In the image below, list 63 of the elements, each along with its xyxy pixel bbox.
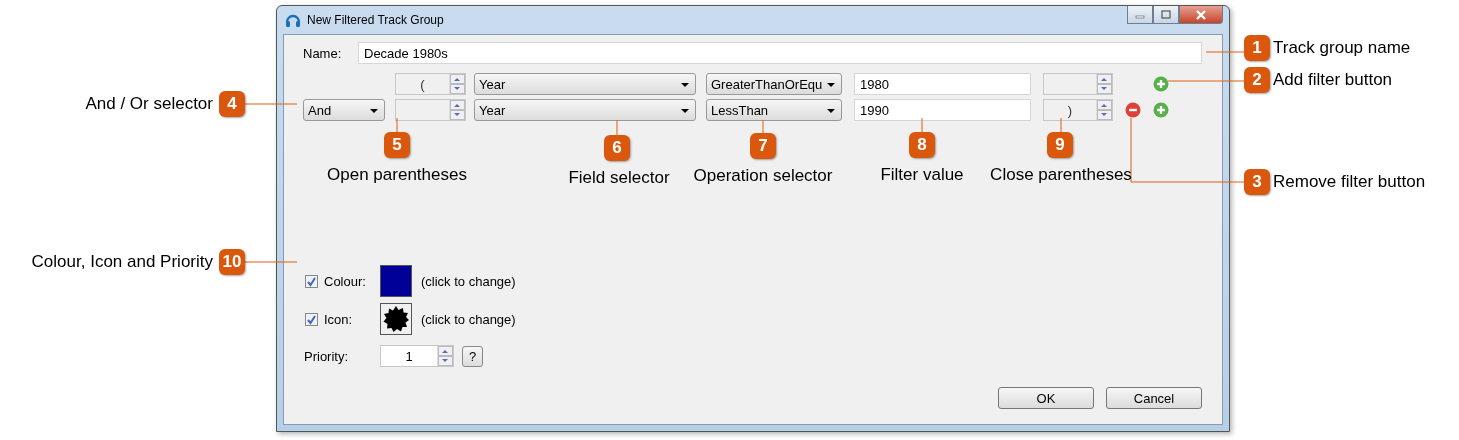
window-title: New Filtered Track Group [307,13,444,27]
icon-label: Icon: [324,311,354,327]
number-badge: 2 [1244,67,1270,93]
number-badge: 4 [219,91,245,117]
leader-line [1205,51,1245,53]
filter-value-field[interactable]: 1980 [854,73,1031,95]
callout-label: Colour, Icon and Priority [31,251,213,273]
number-badge: 5 [384,132,410,158]
name-field[interactable]: Decade 1980s [358,42,1202,64]
close-icon [1195,9,1207,20]
leader-line [762,119,764,134]
callout-label: Open parentheses [327,164,467,186]
number-badge: 6 [604,135,630,161]
star-burst-icon [382,305,410,333]
colour-swatch[interactable] [380,265,412,297]
help-button[interactable]: ? [462,345,483,367]
operation-dropdown[interactable]: LessThan [706,99,842,121]
headphones-icon [285,12,301,28]
number-badge: 10 [219,249,245,275]
remove-filter-button[interactable] [1125,102,1141,118]
filter-value-field[interactable]: 1990 [854,99,1031,121]
maximize-button[interactable] [1153,6,1179,24]
cancel-button[interactable]: Cancel [1106,387,1202,409]
callout-label: And / Or selector [85,93,213,115]
ok-button[interactable]: OK [998,387,1094,409]
priority-spinner[interactable]: 1 [380,345,454,367]
leader-line [1060,117,1062,133]
leader-line [244,103,298,105]
number-badge: 1 [1244,35,1270,61]
operation-dropdown[interactable]: GreaterThanOrEqu [706,73,842,95]
change-hint: (click to change) [421,273,516,289]
callout-label: Close parentheses [990,164,1132,186]
priority-label: Priority: [304,348,350,364]
number-badge: 3 [1244,169,1270,195]
icon-picker[interactable] [380,303,412,335]
colour-checkbox[interactable] [305,274,318,288]
change-hint: (click to change) [421,311,516,327]
close-button[interactable] [1179,6,1223,24]
minimize-button[interactable] [1127,6,1153,24]
number-badge: 9 [1047,132,1073,158]
combinator-dropdown[interactable]: And [303,99,385,121]
callout-label: Filter value [880,164,964,186]
callout-label: Field selector [568,167,670,189]
colour-label: Colour: [324,273,367,289]
name-label: Name: [303,45,343,61]
leader-line [396,117,398,133]
callout-label: Operation selector [693,165,833,187]
leader-line [616,119,618,136]
field-dropdown[interactable]: Year [474,99,696,121]
icon-checkbox[interactable] [305,312,318,326]
leader-line [244,261,298,263]
number-badge: 8 [909,132,935,158]
field-dropdown[interactable]: Year [474,73,696,95]
add-filter-button[interactable] [1153,76,1169,92]
open-parenthesis-spinner[interactable]: ( [395,73,466,95]
add-filter-button[interactable] [1153,102,1169,118]
callout-label: Add filter button [1273,69,1393,91]
leader-line [921,117,923,133]
number-badge: 7 [750,133,776,159]
close-parenthesis-spinner[interactable]: ) [1043,99,1113,121]
maximize-icon [1161,10,1171,19]
callout-label: Track group name [1273,37,1411,59]
callout-label: Remove filter button [1273,171,1426,193]
